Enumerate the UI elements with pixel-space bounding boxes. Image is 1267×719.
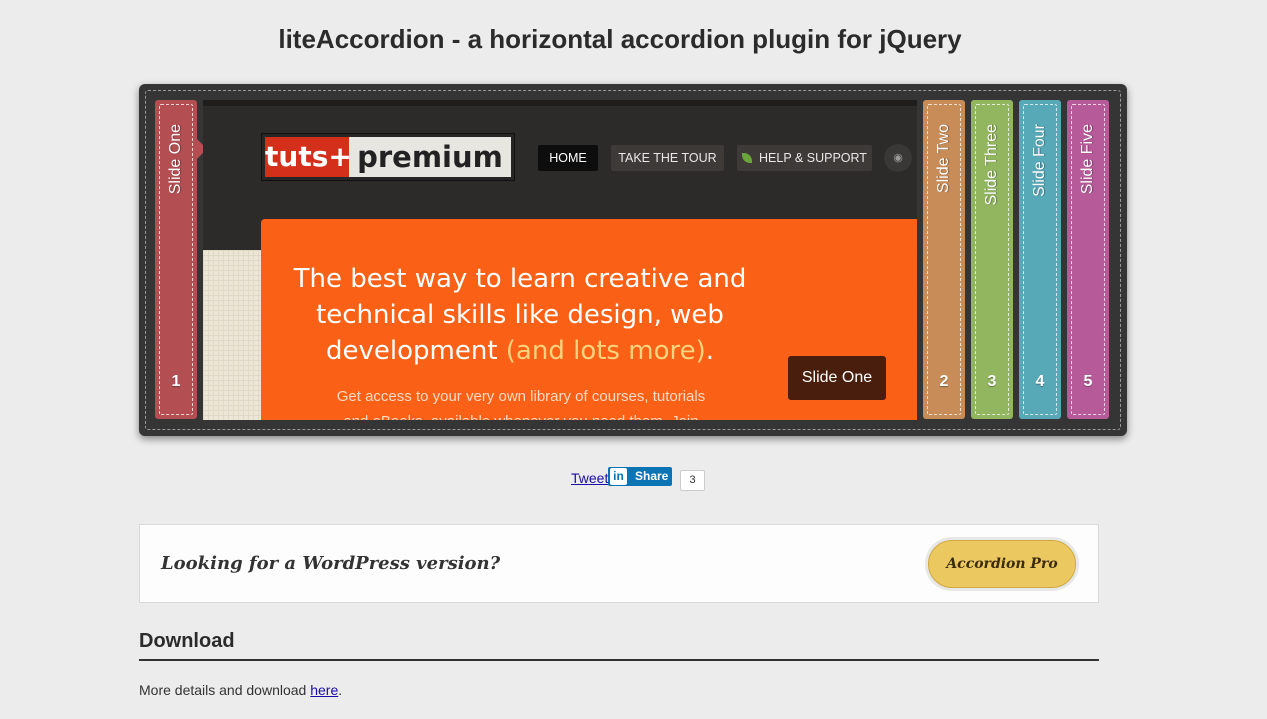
nav-take-the-tour[interactable]: TAKE THE TOUR <box>611 145 724 171</box>
accordion: Slide One 1 tuts+ premium HOME TAKE THE … <box>139 84 1127 436</box>
slide-five-number: 5 <box>1083 373 1093 390</box>
download-here-link[interactable]: here <box>310 682 338 698</box>
slide-four-spine[interactable]: Slide Four 4 <box>1019 100 1061 419</box>
slide-four-number: 4 <box>1035 373 1045 390</box>
share-count: 3 <box>680 470 705 491</box>
hero-title-line2: technical skills like design, web <box>316 300 724 330</box>
slide-three-title: Slide Three <box>983 124 1000 206</box>
nav-help-label: HELP & SUPPORT <box>759 151 867 165</box>
tweet-link[interactable]: Tweet <box>571 470 608 486</box>
slide-two-title: Slide Two <box>935 124 952 194</box>
slide-three-number: 3 <box>987 373 997 390</box>
slide-four-title: Slide Four <box>1031 124 1048 197</box>
nav-help-support[interactable]: HELP & SUPPORT <box>737 145 872 171</box>
linkedin-share-label: Share <box>635 469 669 483</box>
hero-title: The best way to learn creative and techn… <box>261 261 779 369</box>
linkedin-share-button[interactable]: in Share <box>608 467 672 486</box>
slide-five-spine[interactable]: Slide Five 5 <box>1067 100 1109 419</box>
tuts-premium-logo[interactable]: tuts+ premium <box>261 133 515 181</box>
logo-tuts: tuts+ <box>265 137 352 177</box>
slide-one-spine[interactable]: Slide One 1 <box>155 100 207 419</box>
hero-title-line1: The best way to learn creative and <box>293 264 747 294</box>
hero-banner: The best way to learn creative and techn… <box>261 219 917 420</box>
download-heading: Download <box>139 630 1099 661</box>
slide-one-number: 1 <box>171 373 181 390</box>
hero-subtitle: Get access to your very own library of c… <box>301 384 741 420</box>
hero-title-highlight: (and lots more) <box>505 336 706 366</box>
hero-title-line3a: development <box>326 336 498 366</box>
slide-one-title: Slide One <box>167 124 184 195</box>
download-text-suffix: . <box>338 682 343 698</box>
logo-premium: premium <box>349 137 511 177</box>
page-title: liteAccordion - a horizontal accordion p… <box>278 24 962 54</box>
slide-two-number: 2 <box>939 373 949 390</box>
linkedin-icon: in <box>610 468 627 485</box>
slide-label-button[interactable]: Slide One <box>788 356 886 400</box>
twitter-icon[interactable]: ◉ <box>884 144 912 172</box>
paper-texture <box>203 250 263 420</box>
hero-sub-line2: and eBooks, available whenever you need … <box>301 409 741 420</box>
promo-text: Looking for a WordPress version? <box>161 553 501 574</box>
wordpress-promo: Looking for a WordPress version? Accordi… <box>139 524 1099 603</box>
download-text: More details and download here. <box>139 682 342 698</box>
accordion-pro-button[interactable]: Accordion Pro <box>928 540 1076 588</box>
slide-topbar <box>203 100 917 106</box>
slide-one-content: tuts+ premium HOME TAKE THE TOUR HELP & … <box>203 100 917 420</box>
slide-five-title: Slide Five <box>1079 124 1096 195</box>
slide-three-spine[interactable]: Slide Three 3 <box>971 100 1013 419</box>
slide-two-spine[interactable]: Slide Two 2 <box>923 100 965 419</box>
download-text-prefix: More details and download <box>139 682 311 698</box>
hero-title-end: . <box>705 336 714 366</box>
leaf-icon <box>742 153 753 163</box>
hero-sub-line1: Get access to your very own library of c… <box>336 388 706 405</box>
hero-title-line3: development (and lots more). <box>261 333 779 369</box>
nav-home[interactable]: HOME <box>538 145 598 171</box>
